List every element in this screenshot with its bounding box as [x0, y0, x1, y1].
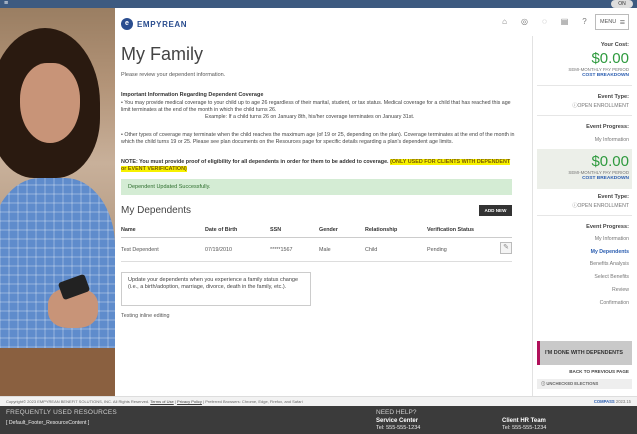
photo-face — [20, 63, 80, 143]
client-hr-tel[interactable]: Tel: 555-555-1234 — [502, 425, 546, 431]
main-content: e EMPYREAN My Family Please review your … — [115, 8, 532, 396]
note-text: NOTE: You must provide proof of eligibil… — [121, 159, 389, 165]
hero-photo — [0, 8, 115, 396]
progress-step-my-information[interactable]: My Information — [595, 236, 629, 242]
column-header-verification: Verification Status — [427, 227, 475, 233]
dependent-relationship: Child — [365, 247, 378, 253]
copyright-bar: Copyright© 2023 EMPYREAN BENEFIT SOLUTIO… — [0, 396, 637, 406]
preferred-browsers: | Preferred Browsers: Chrome, Edge, Fire… — [203, 399, 303, 404]
toggle-switch[interactable]: ON — [611, 0, 633, 8]
column-header-relationship: Relationship — [365, 227, 398, 233]
event-progress-label-2: Event Progress: — [586, 224, 629, 230]
event-type-value-2: ⓘOPEN ENROLLMENT — [572, 203, 629, 209]
dependent-dob: 07/19/2010 — [205, 247, 232, 253]
dependents-title: My Dependents — [121, 205, 192, 216]
family-change-help-box: Update your dependents when you experien… — [121, 272, 311, 306]
success-alert: Dependent Updated Successfully. — [121, 179, 512, 195]
logo-text: EMPYREAN — [137, 19, 188, 29]
column-header-dob: Date of Birth — [205, 227, 238, 233]
top-strip: ≡ ON — [0, 0, 637, 8]
resources-title: FREQUENTLY USED RESOURCES — [6, 409, 117, 416]
page-title: My Family — [121, 44, 203, 64]
progress-step-select-benefits[interactable]: Select Benefits — [594, 274, 629, 280]
unchecked-elections[interactable]: ⓘ UNCHECKED ELECTIONS — [537, 379, 632, 389]
calculator-icon[interactable]: ▤ — [559, 16, 570, 27]
menu-label: MENU — [600, 19, 617, 25]
progress-step-benefits-analysis[interactable]: Benefits Analysis — [590, 261, 629, 267]
event-type-value: ⓘOPEN ENROLLMENT — [572, 103, 629, 109]
hamburger-icon[interactable]: ≡ — [4, 0, 8, 7]
service-center-tel[interactable]: Tel: 555-555-1234 — [376, 425, 420, 431]
done-with-dependents-button[interactable]: I'M DONE WITH DEPENDENTS — [537, 341, 632, 365]
cost-period: SEMI-MONTHLY PAY PERIOD — [568, 67, 629, 72]
event-type-label-2: Event Type: — [597, 194, 629, 200]
question-icon[interactable]: ? — [579, 16, 590, 27]
site-footer: FREQUENTLY USED RESOURCES [ Default_Foot… — [0, 406, 637, 434]
info-bullet-2: • Other types of coverage may terminate … — [121, 132, 515, 145]
dependent-name[interactable]: Test Dependent — [121, 247, 159, 253]
top-toolbar: ⌂ ◎ ◌ ▤ ? MENU ≡ — [497, 10, 635, 36]
event-type-label: Event Type: — [597, 94, 629, 100]
sidebar-divider — [537, 85, 632, 86]
table-row-divider — [121, 261, 512, 262]
photo-table — [0, 348, 115, 396]
enrollment-sidebar: Your Cost: $0.00 SEMI-MONTHLY PAY PERIOD… — [532, 36, 635, 396]
service-center-name: Service Center — [376, 418, 419, 424]
privacy-policy-link[interactable]: Privacy Policy — [177, 399, 202, 404]
page-subtitle: Please review your dependent information… — [121, 72, 226, 78]
info-circle-icon: ⓘ — [541, 381, 546, 386]
copyright-text: Copyright© 2023 EMPYREAN BENEFIT SOLUTIO… — [6, 399, 150, 404]
column-header-ssn: SSN — [270, 227, 282, 233]
info-bullet-1-example: Example: If a child turns 26 on January … — [205, 114, 415, 120]
info-heading: Important Information Regarding Dependen… — [121, 92, 264, 98]
chat-icon[interactable]: ◌ — [539, 16, 550, 27]
version-number: 2023.15 — [615, 399, 631, 404]
progress-step-confirmation[interactable]: Confirmation — [600, 300, 629, 306]
column-header-gender: Gender — [319, 227, 338, 233]
testing-text: Testing inline editing — [121, 313, 170, 319]
info-bullet-1: • You may provide medical coverage to yo… — [121, 100, 511, 113]
cost-breakdown-link-2[interactable]: COST BREAKDOWN — [582, 176, 629, 181]
table-header-divider — [121, 237, 512, 238]
edit-pencil-icon[interactable]: ✎ — [500, 242, 512, 254]
home-icon[interactable]: ⌂ — [499, 16, 510, 27]
menu-hamburger-icon: ≡ — [619, 17, 625, 27]
event-progress-label: Event Progress: — [586, 124, 629, 130]
version-tag: COMPASS 2023.15 — [594, 397, 631, 406]
your-cost-label: Your Cost: — [600, 42, 629, 48]
help-circle-icon[interactable]: ◎ — [519, 16, 530, 27]
compass-brand: COMPASS — [593, 399, 615, 404]
progress-step-my-dependents[interactable]: My Dependents — [591, 249, 629, 255]
need-help-title: NEED HELP? — [376, 409, 417, 416]
progress-step-review[interactable]: Review — [612, 287, 629, 293]
dependent-ssn: *****1567 — [270, 247, 293, 253]
resources-content: [ Default_Footer_ResourceContent ] — [6, 420, 90, 426]
menu-button[interactable]: MENU ≡ — [595, 14, 629, 30]
add-new-button[interactable]: ADD NEW — [479, 205, 512, 216]
back-to-previous-page-link[interactable]: BACK TO PREVIOUS PAGE — [569, 369, 629, 374]
sidebar-divider — [537, 115, 632, 116]
cost-value-2: $0.00 — [591, 153, 629, 170]
column-header-name: Name — [121, 227, 136, 233]
brand-logo[interactable]: e EMPYREAN — [121, 18, 187, 30]
cost-breakdown-link[interactable]: COST BREAKDOWN — [582, 73, 629, 78]
cost-period-2: SEMI-MONTHLY PAY PERIOD — [568, 170, 629, 175]
progress-step-my-information[interactable]: My Information — [595, 137, 629, 143]
eligibility-note: NOTE: You must provide proof of eligibil… — [121, 159, 517, 173]
dependent-status: Pending — [427, 247, 447, 253]
your-cost-value: $0.00 — [591, 50, 629, 67]
client-hr-name: Client HR Team — [502, 418, 546, 424]
sidebar-divider — [537, 215, 632, 216]
dependent-gender: Male — [319, 247, 331, 253]
terms-of-use-link[interactable]: Terms of Use — [150, 399, 174, 404]
logo-mark-icon: e — [121, 18, 133, 30]
